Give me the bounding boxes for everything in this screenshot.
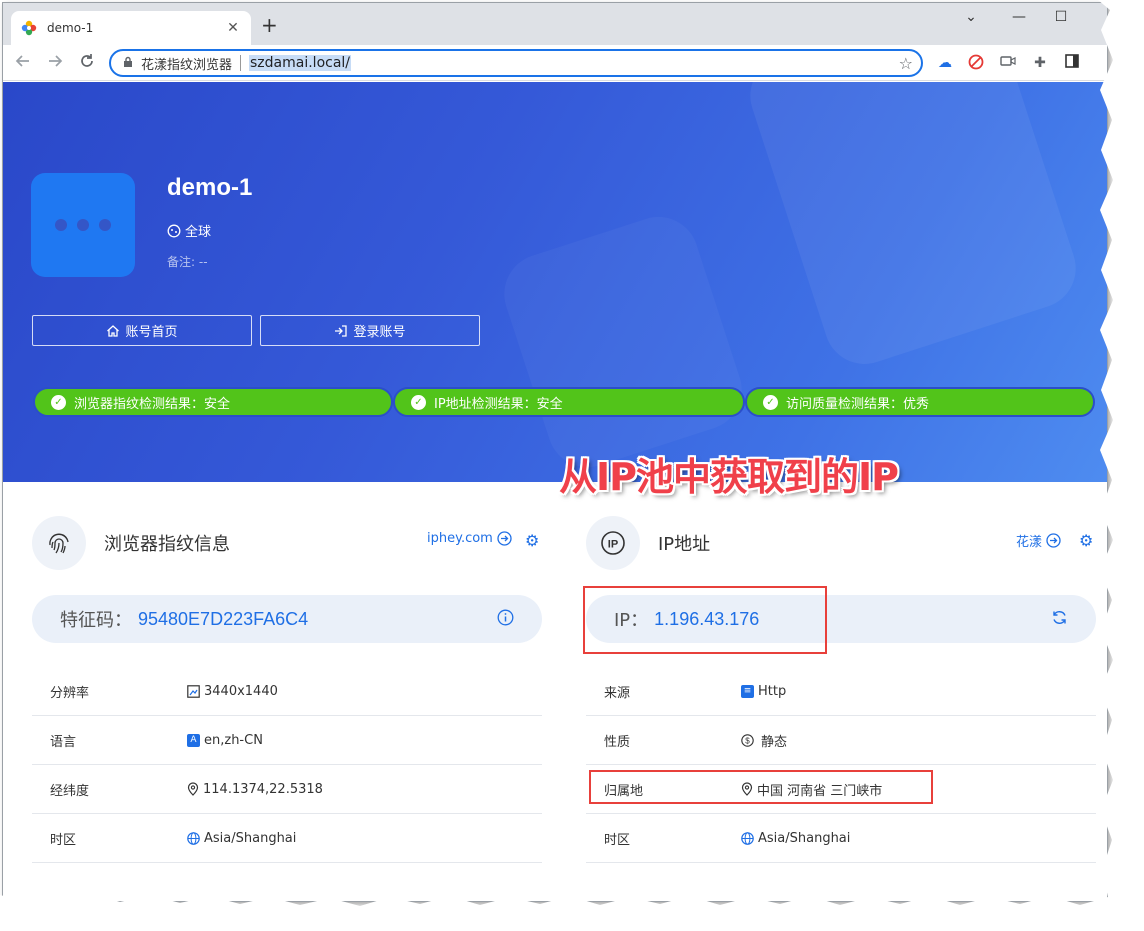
torn-edge-decoration [0, 0, 1144, 931]
